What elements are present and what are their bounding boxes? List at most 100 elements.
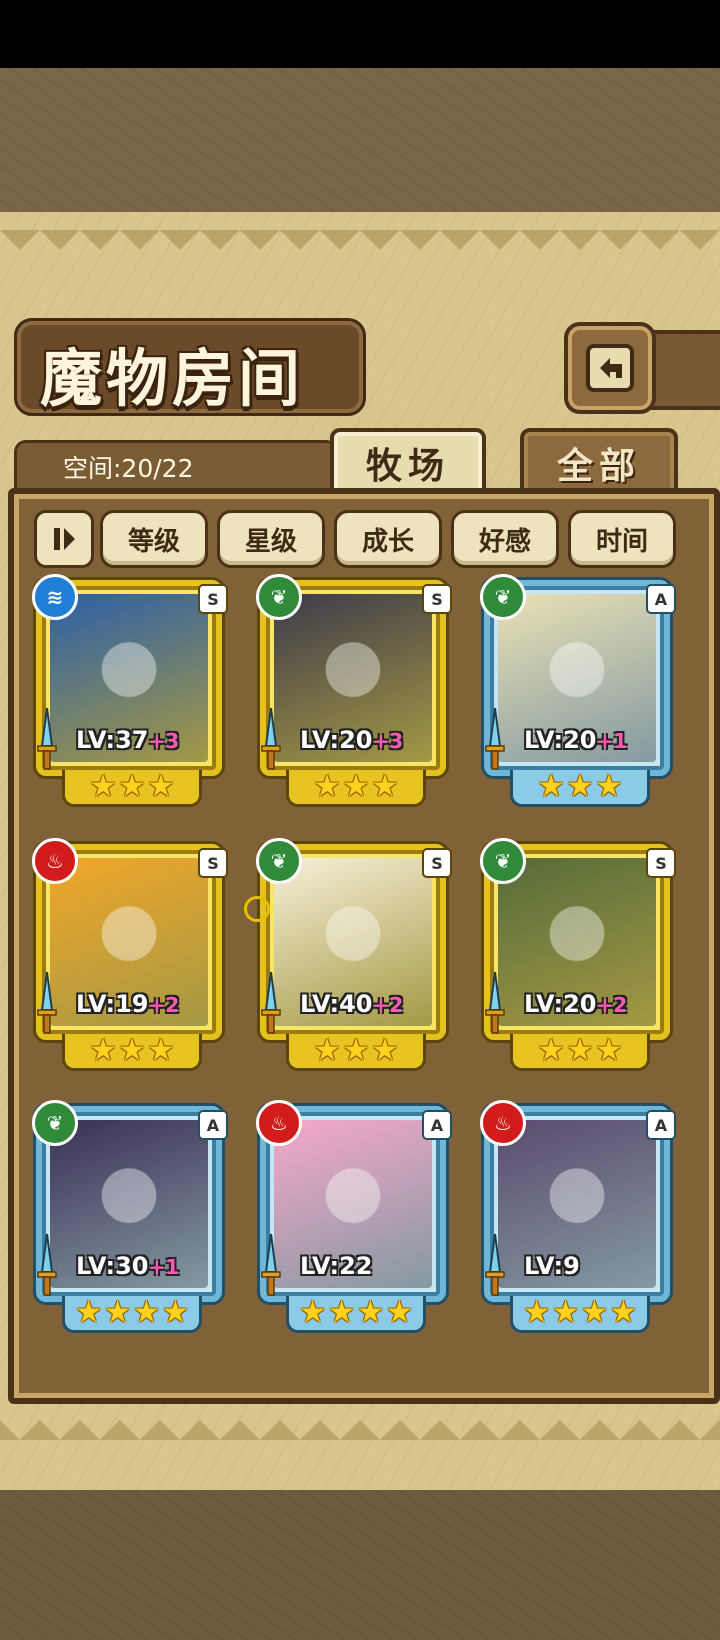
sword-icon (485, 971, 505, 1034)
star-rating: ★ ★ ★ ★ (62, 1296, 202, 1333)
star-icon: ★ (118, 769, 146, 804)
star-icon: ★ (75, 1295, 103, 1330)
star-icon: ★ (147, 769, 175, 804)
rank-badge: A (422, 1110, 452, 1140)
return-arrow-icon (586, 344, 634, 392)
rank-badge: S (198, 848, 228, 878)
monster-card[interactable]: ♨ A LV:22 ★ ★ ★ ★ (256, 1100, 452, 1333)
fire-element-icon: ♨ (480, 1100, 526, 1146)
leaf-element-icon: ❦ (256, 838, 302, 884)
sword-icon (485, 1233, 505, 1296)
rank-badge: A (646, 1110, 676, 1140)
sort-growth-button[interactable]: 成长 (334, 510, 442, 568)
level-label: LV:40+2 (300, 990, 440, 1020)
leaf-element-icon: ❦ (480, 574, 526, 620)
star-rating: ★ ★ ★ (286, 1034, 426, 1071)
star-icon: ★ (581, 1295, 608, 1330)
monster-card[interactable]: ❦ S LV:20+2 ★ ★ ★ (480, 838, 676, 1071)
level-label: LV:30+1 (76, 1252, 216, 1282)
star-icon: ★ (537, 769, 565, 804)
monster-card[interactable]: ♨ A LV:9 ★ ★ ★ ★ (480, 1100, 676, 1333)
rank-badge: S (422, 848, 452, 878)
level-value: LV:37 (76, 726, 149, 754)
fire-element-icon: ♨ (256, 1100, 302, 1146)
star-icon: ★ (552, 1295, 579, 1330)
sort-order-toggle[interactable] (34, 510, 94, 568)
water-element-icon: ≋ (32, 574, 78, 620)
star-icon: ★ (133, 1295, 160, 1330)
star-rating: ★ ★ ★ (62, 1034, 202, 1071)
zigzag-border-top (0, 230, 720, 270)
star-icon: ★ (609, 1295, 637, 1330)
leaf-element-icon: ❦ (32, 1100, 78, 1146)
star-icon: ★ (385, 1295, 413, 1330)
sword-icon (37, 1233, 57, 1296)
star-rating: ★ ★ ★ (62, 770, 202, 807)
level-value: LV:30 (76, 1252, 149, 1280)
star-rating: ★ ★ ★ (510, 770, 650, 807)
star-icon: ★ (566, 769, 594, 804)
monster-card[interactable]: ❦ A LV:20+1 ★ ★ ★ (480, 574, 676, 807)
star-icon: ★ (537, 1033, 565, 1068)
star-icon: ★ (371, 769, 399, 804)
monster-card[interactable]: ❦ S LV:20+3 ★ ★ ★ (256, 574, 452, 807)
star-icon: ★ (89, 1033, 117, 1068)
star-icon: ★ (595, 1033, 623, 1068)
level-label: LV:19+2 (76, 990, 216, 1020)
level-bonus: +3 (148, 729, 180, 753)
sort-affection-button[interactable]: 好感 (451, 510, 559, 568)
rank-badge: A (646, 584, 676, 614)
star-rating: ★ ★ ★ (510, 1034, 650, 1071)
rank-badge: A (198, 1110, 228, 1140)
monster-card[interactable]: ♨ S LV:19+2 ★ ★ ★ (32, 838, 228, 1071)
star-icon: ★ (328, 1295, 355, 1330)
monster-card[interactable]: ❦ S LV:40+2 ★ ★ ★ (256, 838, 452, 1071)
star-icon: ★ (313, 769, 341, 804)
star-rating: ★ ★ ★ (286, 770, 426, 807)
sort-level-button[interactable]: 等级 (100, 510, 208, 568)
level-label: LV:20+1 (524, 726, 664, 756)
sword-icon (37, 707, 57, 770)
leaf-element-icon: ❦ (256, 574, 302, 620)
rank-badge: S (646, 848, 676, 878)
star-icon: ★ (566, 1033, 594, 1068)
star-rating: ★ ★ ★ ★ (286, 1296, 426, 1333)
sort-time-button[interactable]: 时间 (568, 510, 676, 568)
pause-sort-toggle-icon (54, 528, 75, 550)
sort-star-button[interactable]: 星级 (217, 510, 325, 568)
tab-ranch[interactable]: 牧场 (330, 428, 486, 494)
capacity-display: 空间:20/22 (14, 440, 338, 493)
star-icon: ★ (299, 1295, 327, 1330)
back-button[interactable] (564, 322, 656, 414)
star-icon: ★ (104, 1295, 131, 1330)
level-bonus: +3 (372, 729, 404, 753)
status-bar (0, 0, 720, 68)
monster-card[interactable]: ❦ A LV:30+1 ★ ★ ★ ★ (32, 1100, 228, 1333)
level-bonus: +2 (596, 993, 628, 1017)
page-title: 魔物房间 (40, 342, 305, 415)
rank-badge: S (198, 584, 228, 614)
star-icon: ★ (313, 1033, 341, 1068)
level-value: LV:20 (524, 726, 597, 754)
level-label: LV:37+3 (76, 726, 216, 756)
star-icon: ★ (161, 1295, 189, 1330)
tab-all[interactable]: 全部 (520, 428, 678, 494)
star-icon: ★ (89, 769, 117, 804)
level-bonus: +2 (148, 993, 180, 1017)
level-value: LV:19 (76, 990, 149, 1018)
sort-bar: 等级 星级 成长 好感 时间 (34, 510, 694, 568)
level-bonus: +1 (148, 1255, 180, 1279)
level-label: LV:9 (524, 1252, 664, 1282)
sword-icon (37, 971, 57, 1034)
level-label: LV:22 (300, 1252, 440, 1282)
level-value: LV:22 (300, 1252, 373, 1280)
rank-badge: S (422, 584, 452, 614)
star-icon: ★ (147, 1033, 175, 1068)
star-icon: ★ (371, 1033, 399, 1068)
star-rating: ★ ★ ★ ★ (510, 1296, 650, 1333)
star-icon: ★ (118, 1033, 146, 1068)
star-icon: ★ (595, 769, 623, 804)
level-value: LV:9 (524, 1252, 580, 1280)
level-label: LV:20+3 (300, 726, 440, 756)
monster-card[interactable]: ≋ S LV:37+3 ★ ★ ★ (32, 574, 228, 807)
